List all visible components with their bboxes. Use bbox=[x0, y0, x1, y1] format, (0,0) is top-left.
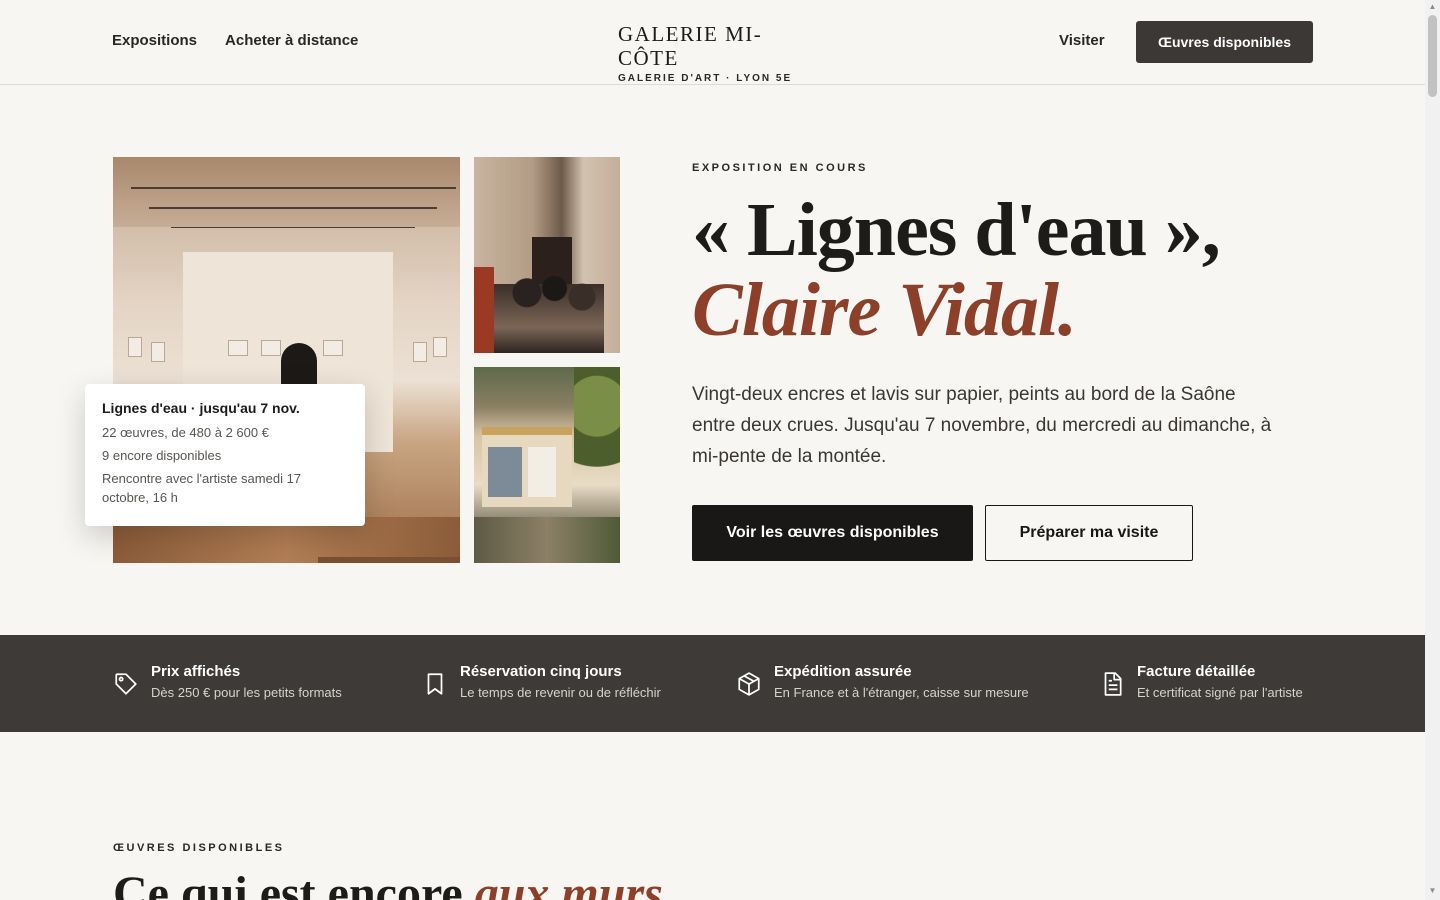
feature-reservation: Réservation cinq jours Le temps de reven… bbox=[422, 663, 661, 700]
feature-subtitle: Dès 250 € pour les petits formats bbox=[151, 685, 342, 700]
shop-window bbox=[488, 447, 522, 497]
features-band: Prix affichés Dès 250 € pour les petits … bbox=[0, 635, 1425, 732]
feature-expedition: Expédition assurée En France et à l'étra… bbox=[736, 663, 1029, 700]
document-icon bbox=[1104, 672, 1122, 696]
artwork-frame bbox=[128, 337, 142, 357]
feature-title: Prix affichés bbox=[151, 663, 241, 680]
site-header: Expositions Acheter à distance GALERIE M… bbox=[0, 0, 1425, 85]
tag-icon bbox=[115, 673, 137, 695]
info-card-line: 22 œuvres, de 480 à 2 600 € bbox=[102, 425, 269, 440]
ceiling-rail bbox=[131, 187, 456, 189]
page-scrollbar[interactable]: ▲ ▼ bbox=[1425, 0, 1440, 900]
logo-wordmark: GALERIE MI-CÔTE bbox=[618, 22, 763, 70]
artwork-frame bbox=[151, 342, 165, 362]
section-eyebrow: ŒUVRES DISPONIBLES bbox=[113, 842, 285, 854]
hero-title: « Lignes d'eau », Claire Vidal. bbox=[692, 190, 1252, 350]
exhibition-info-card: Lignes d'eau · jusqu'au 7 nov. 22 œuvres… bbox=[85, 384, 365, 526]
info-card-line: Rencontre avec l'artiste samedi 17 octob… bbox=[102, 471, 302, 505]
artwork-frame bbox=[433, 337, 447, 357]
logo-tagline: GALERIE D'ART · LYON 5E bbox=[618, 73, 793, 84]
voir-oeuvres-button[interactable]: Voir les œuvres disponibles bbox=[692, 505, 973, 561]
gallery-table bbox=[318, 557, 460, 563]
preparer-visite-button[interactable]: Préparer ma visite bbox=[985, 505, 1193, 561]
nav-link-visiter[interactable]: Visiter bbox=[1059, 32, 1105, 49]
visitors-group bbox=[494, 267, 604, 353]
ceiling-rail bbox=[149, 207, 437, 209]
red-panel bbox=[474, 267, 494, 353]
section-title-accent: aux murs bbox=[474, 867, 663, 900]
artwork-frame bbox=[413, 342, 427, 362]
feature-title: Réservation cinq jours bbox=[460, 663, 622, 680]
bookmark-icon bbox=[427, 673, 443, 695]
artwork-frame bbox=[323, 340, 343, 356]
feature-subtitle: Le temps de revenir ou de réfléchir bbox=[460, 685, 661, 700]
package-icon bbox=[738, 672, 760, 696]
main-nav: Expositions Acheter à distance bbox=[112, 32, 358, 49]
artwork-frame bbox=[261, 340, 281, 356]
feature-subtitle: En France et à l'étranger, caisse sur me… bbox=[774, 685, 1029, 700]
info-card-line: 9 encore disponibles bbox=[102, 448, 222, 463]
site-logo[interactable]: GALERIE MI-CÔTE GALERIE D'ART · LYON 5E bbox=[618, 22, 808, 84]
hero-description: Vingt-deux encres et lavis sur papier, p… bbox=[692, 384, 1272, 467]
scroll-up-icon[interactable]: ▲ bbox=[1428, 3, 1437, 11]
hero-eyebrow: EXPOSITION EN COURS bbox=[692, 162, 868, 174]
oeuvres-disponibles-button[interactable]: Œuvres disponibles bbox=[1136, 21, 1313, 63]
garden-ground bbox=[474, 517, 620, 563]
scroll-down-icon[interactable]: ▼ bbox=[1428, 887, 1437, 895]
scrollbar-thumb[interactable] bbox=[1428, 15, 1437, 97]
feature-title: Facture détaillée bbox=[1137, 663, 1256, 680]
info-card-title: Lignes d'eau · jusqu'au 7 nov. bbox=[102, 400, 300, 416]
ceiling-rail bbox=[171, 227, 415, 228]
nav-link-expositions[interactable]: Expositions bbox=[112, 32, 197, 49]
ceiling bbox=[113, 157, 460, 227]
hero-title-main: « Lignes d'eau », bbox=[692, 188, 1221, 272]
vernissage-photo bbox=[474, 157, 620, 353]
section-title: Ce qui est encore aux murs bbox=[113, 866, 1013, 900]
storefront-photo bbox=[474, 367, 620, 563]
hero-title-accent: Claire Vidal. bbox=[692, 268, 1077, 352]
feature-facture: Facture détaillée Et certificat signé pa… bbox=[1099, 663, 1303, 700]
shop-door bbox=[528, 447, 556, 497]
feature-prix: Prix affichés Dès 250 € pour les petits … bbox=[113, 663, 342, 700]
feature-subtitle: Et certificat signé par l'artiste bbox=[1137, 685, 1303, 700]
section-title-main: Ce qui est encore bbox=[113, 867, 475, 900]
artwork-frame bbox=[228, 340, 248, 356]
feature-title: Expédition assurée bbox=[774, 663, 912, 680]
nav-link-acheter-a-distance[interactable]: Acheter à distance bbox=[225, 32, 358, 49]
